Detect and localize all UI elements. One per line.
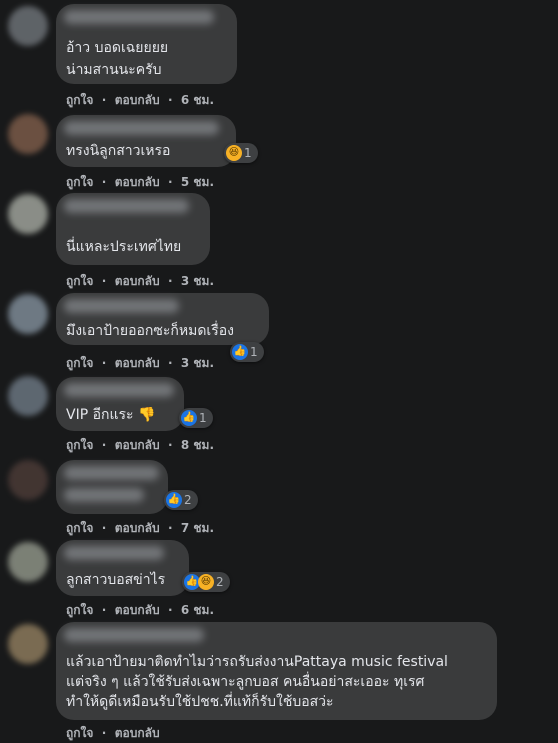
reaction-summary[interactable]: 👍 2 [164,490,198,510]
author-name[interactable] [64,299,179,313]
haha-face-icon: 😆 [198,574,214,590]
comment-actions: ถูกใจ · ตอบกลับ · 6 ชม. [66,91,214,110]
reaction-summary[interactable]: 😆 1 [224,143,258,163]
separator: · [163,356,177,370]
comment-bubble: ทรงนิลูกสาวเหรอ [56,115,236,167]
comment-bubble: มึงเอาป้ายออกซะก็หมดเรื่อง [56,293,269,345]
separator: · [97,356,111,370]
reply-link[interactable]: ตอบกลับ [115,274,160,288]
author-name[interactable] [64,10,214,24]
separator: · [163,175,177,189]
comment-text-line: ทรงนิลูกสาวเหรอ [66,143,171,159]
reply-link[interactable]: ตอบกลับ [115,603,160,617]
avatar[interactable] [8,6,48,46]
timestamp[interactable]: 3 ชม. [181,274,214,288]
comment-text-line: อ้าว บอดเฉยยยย [66,40,169,56]
thumbs-up-icon: 👍 [181,410,197,426]
comment-text-line: น่ามสานนะครับ [66,62,162,78]
comment-bubble: ลูกสาวบอสข่าไร [56,540,189,596]
avatar[interactable] [8,542,48,582]
like-link[interactable]: ถูกใจ [66,93,93,107]
reaction-summary[interactable]: 👍 1 [179,408,213,428]
comment-bubble [56,460,168,514]
thumbs-up-icon: 👍 [232,344,248,360]
comment-bubble: อ้าว บอดเฉยยยย น่ามสานนะครับ [56,4,237,84]
timestamp[interactable]: 6 ชม. [181,93,214,107]
reaction-count: 1 [250,345,258,359]
avatar[interactable] [8,376,48,416]
separator: · [97,274,111,288]
comment-actions: ถูกใจ · ตอบกลับ · 5 ชม. [66,173,214,192]
comment-actions: ถูกใจ · ตอบกลับ · 8 ชม. [66,436,214,455]
author-name[interactable] [64,199,189,213]
author-name[interactable] [64,121,219,135]
separator: · [97,726,111,740]
avatar[interactable] [8,194,48,234]
separator: · [97,521,111,535]
separator: · [163,521,177,535]
timestamp[interactable]: 3 ชม. [181,356,214,370]
reaction-count: 1 [244,146,252,160]
like-link[interactable]: ถูกใจ [66,438,93,452]
timestamp[interactable]: 8 ชม. [181,438,214,452]
comment-text-line: ทำให้ดูดีเหมือนรับใช้ปชช.ที่แท้ก็รับใช้บ… [66,694,334,710]
comment-actions: ถูกใจ · ตอบกลับ · 6 ชม. [66,601,214,620]
comment-bubble: แล้วเอาป้ายมาติดทำไมว่ารถรับส่งงานPattay… [56,622,497,720]
reply-link[interactable]: ตอบกลับ [115,93,160,107]
author-name[interactable] [64,466,159,480]
comment-text-line: VIP อีกแระ 👎 [66,407,156,423]
like-link[interactable]: ถูกใจ [66,175,93,189]
reply-link[interactable]: ตอบกลับ [115,175,160,189]
avatar[interactable] [8,294,48,334]
timestamp[interactable]: 5 ชม. [181,175,214,189]
separator: · [97,175,111,189]
comment-text-line: มึงเอาป้ายออกซะก็หมดเรื่อง [66,323,234,339]
blurred-comment-text [64,488,144,502]
reaction-summary[interactable]: 👍 😆 2 [182,572,230,592]
timestamp[interactable]: 6 ชม. [181,603,214,617]
reply-link[interactable]: ตอบกลับ [115,438,160,452]
comment-actions: ถูกใจ · ตอบกลับ [66,724,160,743]
haha-face-icon: 😆 [226,145,242,161]
separator: · [97,603,111,617]
reaction-summary[interactable]: 👍 1 [230,342,264,362]
comment-text-line: แต่จริง ๆ แล้วใช้รับส่งเฉพาะลูกบอส คนอื่… [66,674,425,690]
reply-link[interactable]: ตอบกลับ [115,521,160,535]
avatar[interactable] [8,460,48,500]
separator: · [163,438,177,452]
author-name[interactable] [64,383,174,397]
avatar[interactable] [8,624,48,664]
comment-actions: ถูกใจ · ตอบกลับ · 3 ชม. [66,272,214,291]
comment-text-line: นี่แหละประเทศไทย [66,239,182,255]
separator: · [163,274,177,288]
like-link[interactable]: ถูกใจ [66,521,93,535]
reaction-count: 1 [199,411,207,425]
comment-actions: ถูกใจ · ตอบกลับ · 7 ชม. [66,519,214,538]
like-link[interactable]: ถูกใจ [66,726,93,740]
like-link[interactable]: ถูกใจ [66,603,93,617]
comment-bubble: VIP อีกแระ 👎 [56,377,184,431]
separator: · [97,438,111,452]
reply-link[interactable]: ตอบกลับ [115,356,160,370]
like-link[interactable]: ถูกใจ [66,356,93,370]
avatar[interactable] [8,114,48,154]
reply-link[interactable]: ตอบกลับ [115,726,160,740]
separator: · [163,603,177,617]
thumbs-up-icon: 👍 [166,492,182,508]
author-name[interactable] [64,546,164,560]
reaction-count: 2 [184,493,192,507]
author-name[interactable] [64,628,204,642]
comment-actions: ถูกใจ · ตอบกลับ · 3 ชม. [66,354,214,373]
timestamp[interactable]: 7 ชม. [181,521,214,535]
comment-text-line: ลูกสาวบอสข่าไร [66,572,166,588]
comment-bubble: นี่แหละประเทศไทย [56,193,210,265]
separator: · [163,93,177,107]
separator: · [97,93,111,107]
like-link[interactable]: ถูกใจ [66,274,93,288]
reaction-count: 2 [216,575,224,589]
comment-text-line: แล้วเอาป้ายมาติดทำไมว่ารถรับส่งงานPattay… [66,654,448,670]
